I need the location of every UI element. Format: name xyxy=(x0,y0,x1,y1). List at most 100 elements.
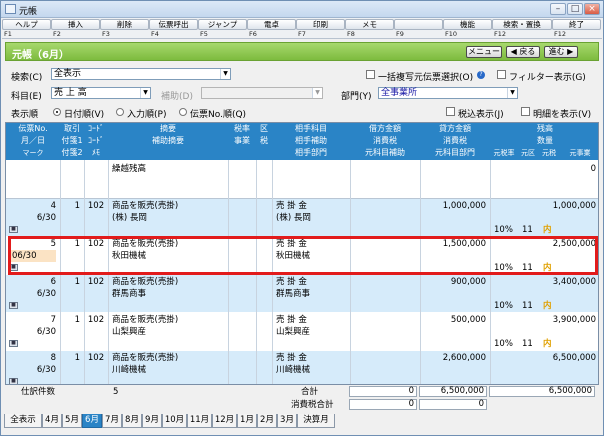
tab-sep[interactable]: 9月 xyxy=(142,414,162,428)
sort-input-radio[interactable] xyxy=(116,108,124,116)
fkey-print[interactable]: 印刷 F7 xyxy=(296,18,345,39)
tab-closing-month[interactable]: 決算月 xyxy=(297,414,335,428)
ledger-header-bar: 元帳（6月） メニュー ◀ 戻る 進む ▶ xyxy=(5,42,599,61)
bulk-copy-checkbox[interactable] xyxy=(366,70,375,79)
header-voucher-no: 伝票No. xyxy=(18,124,48,133)
header-orig-kubun: 元区 xyxy=(521,149,535,157)
menu-button[interactable]: メニュー xyxy=(466,46,502,58)
header-code: ｺｰﾄﾞ xyxy=(88,124,104,133)
date: 6/30 xyxy=(36,213,56,223)
fkey-f9[interactable]: F9 xyxy=(394,18,443,39)
fkey-delete[interactable]: 削除 F3 xyxy=(100,18,149,39)
month-tabs: 全表示 4月 5月 6月 7月 8月 9月 10月 11月 12月 1月 2月 … xyxy=(2,414,602,429)
entry-count-label: 仕訳件数 xyxy=(21,387,56,397)
department-label: 部門(Y) xyxy=(341,92,372,102)
balance: 6,500,000 xyxy=(552,353,596,363)
partner-sub: (株) 長岡 xyxy=(276,213,311,223)
orig-kubun: 11 xyxy=(522,301,533,311)
fkey-insert[interactable]: 挿入 F2 xyxy=(51,18,100,39)
mark-icon: ■ xyxy=(9,302,18,309)
tab-jun[interactable]: 6月 xyxy=(82,414,102,428)
tab-may[interactable]: 5月 xyxy=(62,414,82,428)
header-credit-tax: 消費税 xyxy=(443,136,467,145)
credit-amount: 2,600,000 xyxy=(442,353,486,363)
tab-jan[interactable]: 1月 xyxy=(237,414,257,428)
date: 6/30 xyxy=(36,289,56,299)
header-partner-account: 相手科目 xyxy=(295,124,327,133)
tab-feb[interactable]: 2月 xyxy=(257,414,277,428)
tax-inclusive-mark: 内 xyxy=(543,225,552,235)
sort-voucher-label: 伝票No.順(Q) xyxy=(190,110,247,120)
forward-button[interactable]: 進む ▶ xyxy=(544,46,578,58)
fkey-help[interactable]: ヘルプ F1 xyxy=(2,18,51,39)
back-button[interactable]: ◀ 戻る xyxy=(506,46,540,58)
help-icon[interactable]: ? xyxy=(477,71,485,79)
fkey-memo[interactable]: メモ F8 xyxy=(345,18,394,39)
window-title: 元帳 xyxy=(19,7,38,17)
table-row[interactable]: 7 6/30 ■ 1 102 商品を販売(売掛) 山梨興産 売 掛 金 山梨興産… xyxy=(6,313,598,350)
tab-mar[interactable]: 3月 xyxy=(277,414,297,428)
tab-dec[interactable]: 12月 xyxy=(212,414,237,428)
show-detail-checkbox[interactable] xyxy=(521,107,530,116)
sub-summary: 山梨興産 xyxy=(112,327,147,337)
mark-icon: ■ xyxy=(9,226,18,233)
summary: 商品を販売(売掛) xyxy=(112,315,179,325)
sub-account-select[interactable]: ▼ xyxy=(201,87,323,99)
table-row[interactable]: 4 6/30 ■ 1 102 商品を販売(売掛) (株) 長岡 売 掛 金 (株… xyxy=(6,199,598,236)
page-title: 元帳（6月） xyxy=(12,50,69,61)
summary: 商品を販売(売掛) xyxy=(112,277,179,287)
sort-voucher-radio[interactable] xyxy=(179,108,187,116)
header-balance: 残高 xyxy=(537,124,553,133)
title-bar: 元帳 – □ × xyxy=(1,1,603,18)
tab-oct[interactable]: 10月 xyxy=(162,414,187,428)
tab-jul[interactable]: 7月 xyxy=(102,414,122,428)
header-memo: ﾒﾓ xyxy=(92,148,100,157)
code: 102 xyxy=(87,201,105,211)
table-row[interactable]: 8 6/30 ■ 1 102 商品を販売(売掛) 川崎機械 売 掛 金 川崎機械… xyxy=(6,351,598,384)
close-button[interactable]: × xyxy=(584,3,600,15)
tax-included-checkbox[interactable] xyxy=(446,107,455,116)
tab-aug[interactable]: 8月 xyxy=(122,414,142,428)
header-code2: ｺｰﾄﾞ xyxy=(88,136,104,145)
table-row[interactable]: 6 6/30 ■ 1 102 商品を販売(売掛) 群馬商事 売 掛 金 群馬商事… xyxy=(6,275,598,312)
maximize-button[interactable]: □ xyxy=(567,3,583,15)
fkey-voucher-call[interactable]: 伝票呼出 F4 xyxy=(149,18,198,39)
fkey-calculator[interactable]: 電卓 F6 xyxy=(247,18,296,39)
header-origin-dept: 元科目部門 xyxy=(435,148,475,157)
tab-apr[interactable]: 4月 xyxy=(42,414,62,428)
header-transaction: 取引 xyxy=(64,124,80,133)
tab-all[interactable]: 全表示 xyxy=(4,414,42,428)
minimize-button[interactable]: – xyxy=(550,3,566,15)
search-select[interactable]: 全表示 ▼ xyxy=(51,68,231,80)
date: 6/30 xyxy=(36,365,56,375)
transaction: 1 xyxy=(74,201,80,211)
orig-kubun: 11 xyxy=(522,339,533,349)
fkey-search-replace[interactable]: 検索・置換 F12 xyxy=(492,18,552,39)
fkey-exit[interactable]: 終了 F12 xyxy=(552,18,601,39)
orig-rate: 10% xyxy=(494,339,513,349)
header-business: 事業 xyxy=(234,136,250,145)
tab-nov[interactable]: 11月 xyxy=(187,414,212,428)
header-sub-summary: 補助摘要 xyxy=(152,136,184,145)
ledger-window: 元帳 – □ × ヘルプ F1 挿入 F2 削除 F3 伝票呼出 F4 ジャンプ F5 電… xyxy=(0,0,604,436)
sort-order-label: 表示順 xyxy=(11,110,39,120)
partner-sub: 川崎機械 xyxy=(276,365,311,375)
fkey-jump[interactable]: ジャンプ F5 xyxy=(198,18,247,39)
selection-highlight xyxy=(8,236,598,275)
debit-total: 0 xyxy=(349,386,417,397)
header-partner-sub: 相手補助 xyxy=(295,136,327,145)
department-select[interactable]: 全事業所 ▼ xyxy=(378,87,518,99)
tax-included-label: 税込表示(J) xyxy=(458,110,504,120)
header-quantity: 数量 xyxy=(537,136,553,145)
filter-display-checkbox[interactable] xyxy=(497,70,506,79)
header-summary: 摘要 xyxy=(160,124,176,133)
sort-date-radio[interactable] xyxy=(53,108,61,116)
partner-account: 売 掛 金 xyxy=(276,201,307,211)
header-tax: 税 xyxy=(260,136,268,145)
header-tag1: 付箋1 xyxy=(61,136,83,145)
tax-inclusive-mark: 内 xyxy=(543,339,552,349)
chevron-down-icon: ▼ xyxy=(140,88,150,98)
fkey-function[interactable]: 機能 F10 xyxy=(443,18,492,39)
account-select[interactable]: 売 上 高 ▼ xyxy=(51,87,151,99)
carryover-label: 繰越残高 xyxy=(112,164,147,174)
